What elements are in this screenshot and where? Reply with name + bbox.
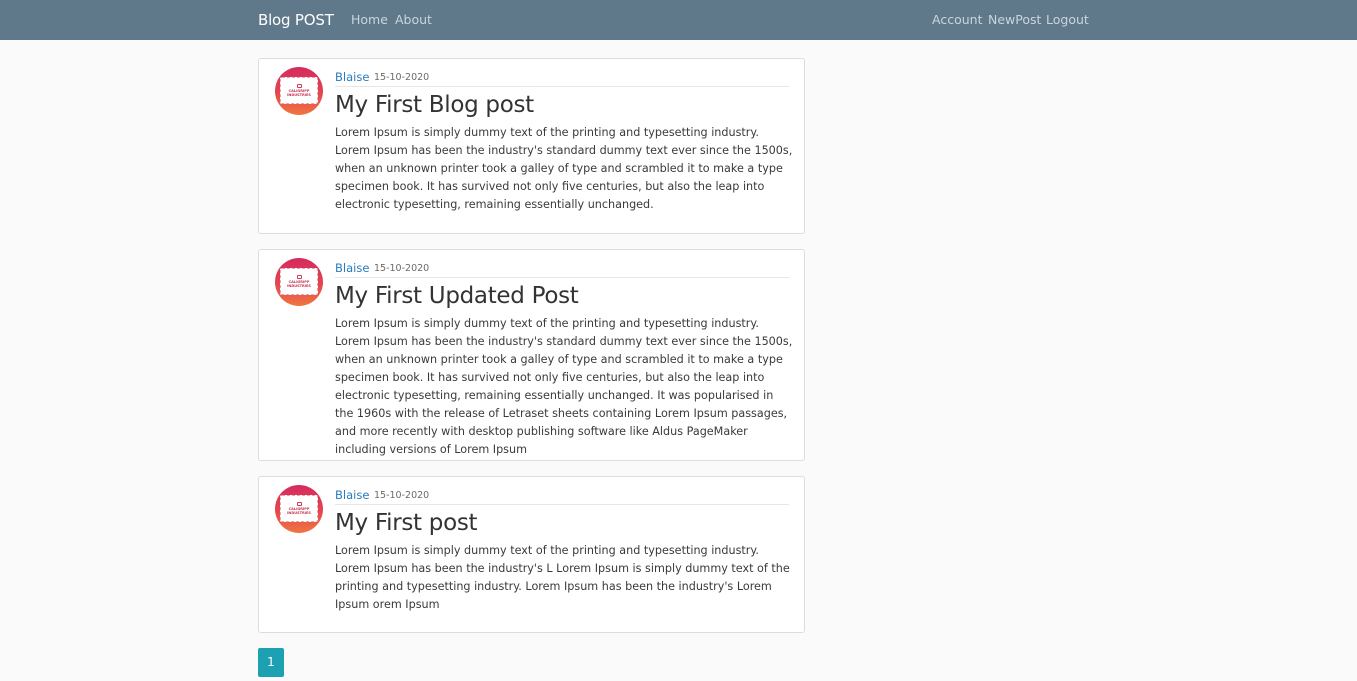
author-avatar: CALIGRIPP INDUSTRIES — [275, 485, 323, 533]
post-title[interactable]: My First Blog post — [335, 90, 534, 120]
post-date: 15-10-2020 — [374, 263, 430, 274]
post-body: Lorem Ipsum is simply dummy text of the … — [335, 317, 793, 456]
nav-account-link[interactable]: Account — [932, 12, 982, 28]
author-link[interactable]: Blaise — [335, 69, 369, 85]
author-link[interactable]: Blaise — [335, 487, 369, 503]
nav-home-link[interactable]: Home — [351, 12, 388, 28]
nav-logout-link[interactable]: Logout — [1046, 12, 1089, 28]
post-body: Lorem Ipsum is simply dummy text of the … — [335, 544, 790, 611]
post-date: 15-10-2020 — [374, 72, 430, 83]
post-meta: Blaise 15-10-2020 — [335, 260, 789, 278]
post-card: CALIGRIPP INDUSTRIES Blaise 15-10-2020 M… — [258, 58, 805, 234]
camera-icon — [296, 275, 302, 279]
post-date: 15-10-2020 — [374, 490, 430, 501]
navbar: Blog POST Home About Account NewPost Log… — [0, 0, 1357, 40]
post-title[interactable]: My First Updated Post — [335, 281, 579, 311]
avatar-logo-text: CALIGRIPP INDUSTRIES — [287, 89, 311, 97]
post-card: CALIGRIPP INDUSTRIES Blaise 15-10-2020 M… — [258, 476, 805, 633]
pagination-page-button[interactable]: 1 — [258, 648, 284, 677]
post-card: CALIGRIPP INDUSTRIES Blaise 15-10-2020 M… — [258, 249, 805, 461]
avatar-logo: CALIGRIPP INDUSTRIES — [280, 495, 318, 522]
avatar-logo-text: CALIGRIPP INDUSTRIES — [287, 507, 311, 515]
post-meta: Blaise 15-10-2020 — [335, 69, 789, 87]
avatar-logo: CALIGRIPP INDUSTRIES — [280, 268, 318, 295]
post-title[interactable]: My First post — [335, 508, 478, 538]
avatar-logo: CALIGRIPP INDUSTRIES — [280, 77, 318, 104]
camera-icon — [296, 502, 302, 506]
avatar-logo-text: CALIGRIPP INDUSTRIES — [287, 280, 311, 288]
author-link[interactable]: Blaise — [335, 260, 369, 276]
author-avatar: CALIGRIPP INDUSTRIES — [275, 67, 323, 115]
post-meta: Blaise 15-10-2020 — [335, 487, 789, 505]
post-body: Lorem Ipsum is simply dummy text of the … — [335, 126, 793, 211]
author-avatar: CALIGRIPP INDUSTRIES — [275, 258, 323, 306]
nav-newpost-link[interactable]: NewPost — [988, 12, 1041, 28]
nav-about-link[interactable]: About — [395, 12, 432, 28]
camera-icon — [296, 84, 302, 88]
brand-link[interactable]: Blog POST — [258, 10, 334, 30]
